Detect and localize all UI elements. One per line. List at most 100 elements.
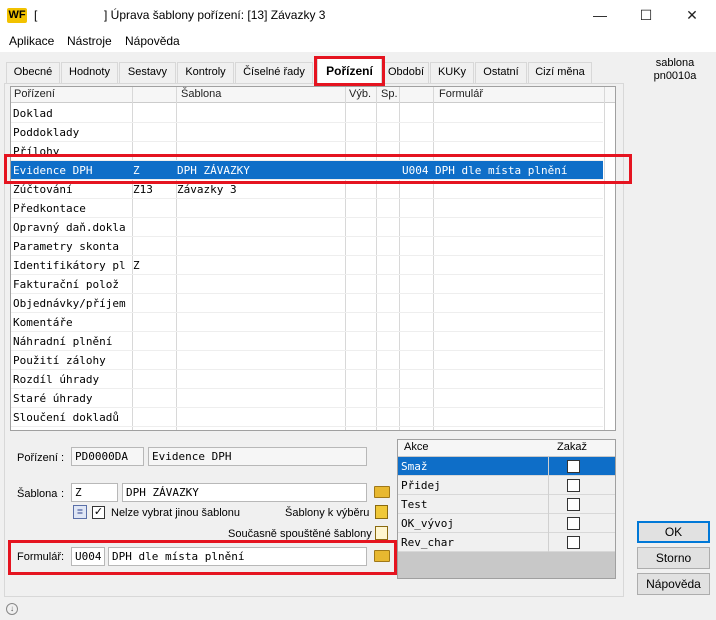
tab-hodnoty[interactable]: Hodnoty: [61, 62, 118, 83]
row-name-cell: Fakturační polož: [13, 278, 119, 291]
row-name-cell: Rozdíl úhrady: [13, 373, 100, 386]
soucasne-sablony-icon[interactable]: [375, 526, 388, 540]
row-name-cell: Náhradní plnění: [13, 335, 113, 348]
grid-row[interactable]: Objednávky/příjem: [11, 294, 603, 313]
akce-name: Smaž: [401, 460, 428, 473]
row-name-cell: Staré úhrady: [13, 392, 93, 405]
nelze-checkbox[interactable]: ✓: [92, 506, 105, 519]
col-divider: [548, 533, 549, 552]
row-name-cell: Předkontace: [13, 202, 86, 215]
row-name-cell: Objednávky/příjem: [13, 297, 126, 310]
grid-row[interactable]: Identifikátory pl Z: [11, 256, 603, 275]
tab-kuky[interactable]: KUKy: [430, 62, 474, 83]
akce-col-zakaz[interactable]: Zakaž: [557, 441, 587, 453]
col-divider: [548, 495, 549, 514]
tab-kontroly[interactable]: Kontroly: [177, 62, 234, 83]
akce-row[interactable]: OK_vývoj: [398, 514, 615, 533]
col-porizeni[interactable]: Pořízení: [14, 88, 55, 100]
akce-name: Rev_char: [401, 536, 454, 549]
row-z-cell: Z: [133, 259, 140, 272]
grid-row[interactable]: Předkontace: [11, 199, 603, 218]
sablona-name-input[interactable]: DPH ZÁVAZKY: [122, 483, 367, 502]
row-name-cell: Opravný daň.dokla: [13, 221, 126, 234]
tab-sestavy[interactable]: Sestavy: [119, 62, 176, 83]
nelze-label: Nelze vybrat jinou šablonu: [111, 507, 241, 519]
grid-row[interactable]: Fakturační polož: [11, 275, 603, 294]
akce-row[interactable]: Smaž: [398, 457, 615, 476]
row-highlight: [4, 154, 632, 184]
sablona-browse-icon[interactable]: [374, 486, 390, 498]
col-divider: [548, 457, 549, 476]
side-label-1: sablona: [655, 57, 695, 69]
grid-row[interactable]: Použití zálohy: [11, 351, 603, 370]
row-sablona-cell: Závazky 3: [177, 183, 237, 196]
window-title: [ ] Úprava šablony pořízení: [13] Závazk…: [34, 8, 326, 22]
maximize-button[interactable]: ☐: [623, 0, 669, 30]
grid-row[interactable]: Opravný daň.dokla: [11, 218, 603, 237]
porizeni-code-field: PD0000DA: [71, 447, 144, 466]
row-name-cell: Parametry skonta: [13, 240, 119, 253]
row-name-cell: Zúčtování: [13, 183, 73, 196]
grid-row[interactable]: Náhradní plnění: [11, 332, 603, 351]
akce-row[interactable]: Rev_char: [398, 533, 615, 552]
row-name-cell: Komentáře: [13, 316, 73, 329]
sablony-k-vyberu-label: Šablony k výběru: [285, 507, 370, 519]
row-z-cell: Z13: [133, 183, 153, 196]
akce-row[interactable]: Test: [398, 495, 615, 514]
col-vyb[interactable]: Výb.: [349, 88, 371, 100]
menu-nastroje[interactable]: Nástroje: [67, 34, 112, 48]
help-button[interactable]: Nápověda: [637, 573, 710, 595]
col-formular[interactable]: Formulář: [439, 88, 483, 100]
tab-ciselne-rady[interactable]: Číselné řady: [235, 62, 313, 83]
grid-row[interactable]: Komentáře: [11, 313, 603, 332]
close-button[interactable]: ✕: [669, 0, 715, 30]
akce-name: Test: [401, 498, 428, 511]
grid-header: [11, 87, 615, 103]
zakaz-checkbox[interactable]: [567, 517, 580, 530]
akce-name: OK_vývoj: [401, 517, 454, 530]
status-icon: ↓: [6, 603, 18, 615]
row-name-cell: Doklad: [13, 107, 53, 120]
akce-name: Přidej: [401, 479, 441, 492]
formular-highlight: [8, 540, 397, 575]
row-name-cell: Poddoklady: [13, 126, 80, 139]
row-name-cell: Identifikátory pl: [13, 259, 126, 272]
menu-napoveda[interactable]: Nápověda: [125, 34, 180, 48]
grid-row[interactable]: Poddoklady: [11, 123, 603, 142]
col-divider: [548, 514, 549, 533]
tab-obecne[interactable]: Obecné: [6, 62, 60, 83]
col-divider: [604, 87, 605, 430]
porizeni-name-field: Evidence DPH: [148, 447, 367, 466]
col-sablona[interactable]: Šablona: [181, 88, 221, 100]
ok-button[interactable]: OK: [637, 521, 710, 543]
zakaz-checkbox[interactable]: [567, 460, 580, 473]
minimize-button[interactable]: —: [577, 0, 623, 30]
app-logo-icon: WF: [7, 8, 27, 23]
tab-ostatni[interactable]: Ostatní: [475, 62, 527, 83]
menu-aplikace[interactable]: Aplikace: [9, 34, 54, 48]
grid-row[interactable]: Rozdíl úhrady: [11, 370, 603, 389]
tab-obdobi[interactable]: Období: [383, 62, 429, 83]
col-divider: [548, 476, 549, 495]
row-name-cell: Použití zálohy: [13, 354, 106, 367]
sablony-k-vyberu-icon[interactable]: [375, 505, 388, 519]
grid-row[interactable]: Doklad: [11, 104, 603, 123]
sablona-code-input[interactable]: Z: [71, 483, 118, 502]
grid-row[interactable]: Parametry skonta: [11, 237, 603, 256]
side-label-2: pn0010a: [653, 70, 697, 82]
col-sp[interactable]: Sp.: [381, 88, 398, 100]
template-list-icon[interactable]: ≣: [73, 505, 87, 519]
akce-row[interactable]: Přidej: [398, 476, 615, 495]
akce-col-akce[interactable]: Akce: [404, 441, 428, 453]
zakaz-checkbox[interactable]: [567, 536, 580, 549]
tab-highlight: [314, 56, 385, 86]
porizeni-label: Pořízení: [17, 452, 58, 464]
grid-row[interactable]: Staré úhrady: [11, 389, 603, 408]
grid-row[interactable]: Sloučení dokladů: [11, 408, 603, 427]
tab-cizi-mena[interactable]: Cizí měna: [528, 62, 592, 83]
zakaz-checkbox[interactable]: [567, 479, 580, 492]
storno-button[interactable]: Storno: [637, 547, 710, 569]
zakaz-checkbox[interactable]: [567, 498, 580, 511]
row-name-cell: Sloučení dokladů: [13, 411, 119, 424]
sablona-label: Šablona: [17, 488, 58, 500]
